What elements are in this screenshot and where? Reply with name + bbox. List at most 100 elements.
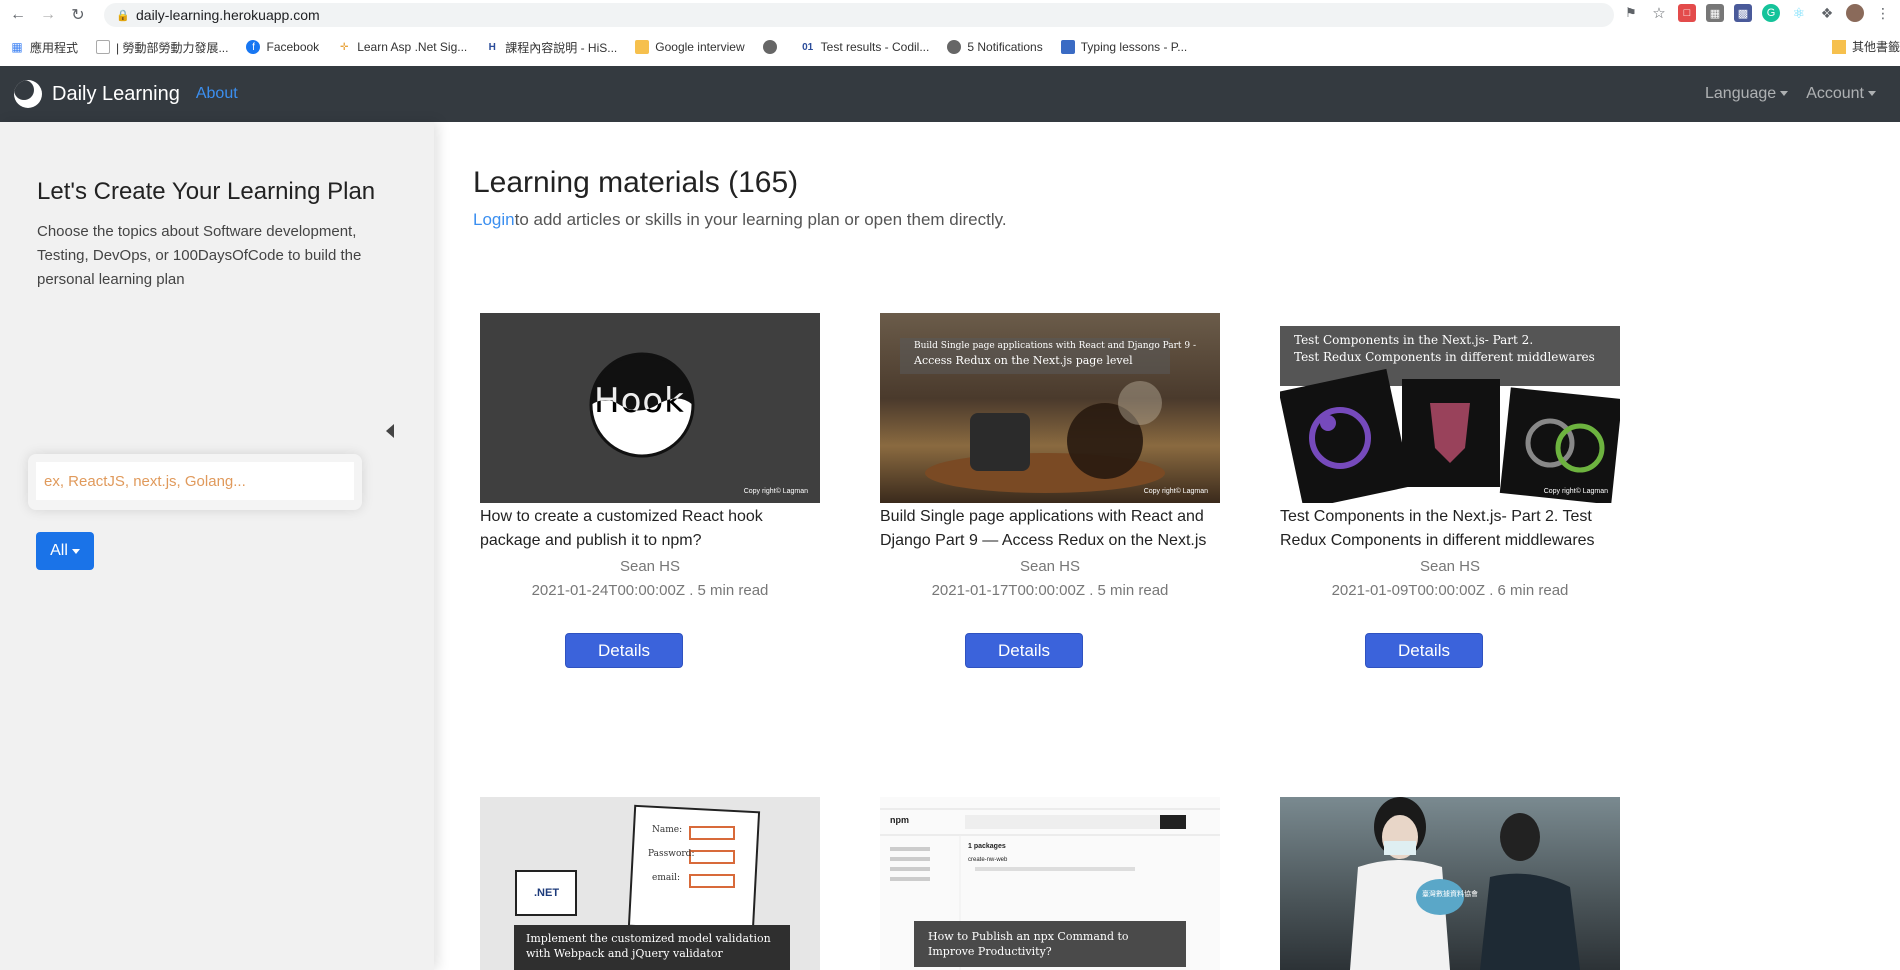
brand-name: Daily Learning xyxy=(52,82,180,105)
address-bar[interactable]: 🔒 daily-learning.herokuapp.com xyxy=(104,3,1614,27)
article-meta: 2021-01-24T00:00:00Z . 5 min read xyxy=(531,582,769,599)
article-thumbnail[interactable]: Build Single page applications with Reac… xyxy=(880,313,1220,503)
page-title: Learning materials (165) xyxy=(473,166,799,199)
react-devtools-icon[interactable]: ⚛ xyxy=(1790,4,1808,22)
bookmark-item[interactable]: | 勞動部勞動力發展... xyxy=(96,39,228,56)
article-title[interactable]: How to create a customized React hook pa… xyxy=(480,505,820,553)
article-thumbnail[interactable]: npm 1 packages create-nw-web How to Publ… xyxy=(880,797,1220,970)
npm-logo-text: npm xyxy=(890,815,909,825)
forward-icon[interactable]: → xyxy=(36,3,60,27)
image-overlay-caption: Access Redux on the Next.js page level xyxy=(914,354,1133,367)
bookmark-item[interactable]: f Facebook xyxy=(246,40,319,54)
form-label: Password: xyxy=(648,849,695,859)
translate-icon[interactable]: ⚑ xyxy=(1622,4,1640,22)
language-dropdown[interactable]: Language xyxy=(1705,85,1789,103)
grid-extension-icon[interactable]: ▩ xyxy=(1734,4,1752,22)
image-overlay-text: Test Components in the Next.js- Part 2. xyxy=(1294,333,1534,347)
image-overlay-caption: Test Redux Components in different middl… xyxy=(1294,350,1595,364)
article-card: Hook Copy right© Lagman How to create a … xyxy=(480,313,820,673)
image-overlay-text: Implement the customized model validatio… xyxy=(526,932,771,945)
extension-icon[interactable]: ▦ xyxy=(1706,4,1724,22)
pocket-icon[interactable]: □ xyxy=(1678,4,1696,22)
form-label: email: xyxy=(652,873,681,883)
image-overlay-caption: Improve Productivity? xyxy=(928,945,1052,958)
brand[interactable]: Daily Learning xyxy=(14,80,180,108)
image-overlay-text: How to Publish an npx Command to xyxy=(928,930,1129,943)
caret-down-icon xyxy=(1780,91,1789,97)
topic-search-input[interactable] xyxy=(36,462,354,500)
bookmarks-bar: ▦ 應用程式 | 勞動部勞動力發展... f Facebook ✛ Learn Asp… xyxy=(0,34,1900,60)
article-meta: 2021-01-17T00:00:00Z . 5 min read xyxy=(931,582,1169,599)
article-card: npm 1 packages create-nw-web How to Publ… xyxy=(880,797,1220,970)
image-copyright: Copy right© Lagman xyxy=(1143,488,1208,495)
article-author: Sean HS xyxy=(1019,558,1081,575)
url-text: daily-learning.herokuapp.com xyxy=(136,7,320,23)
star-icon[interactable]: ☆ xyxy=(1650,4,1668,22)
image-copyright: Copy right© Lagman xyxy=(1543,488,1608,495)
avatar[interactable] xyxy=(1846,4,1864,22)
bookmark-item[interactable] xyxy=(762,40,783,54)
image-overlay-caption: with Webpack and jQuery validator xyxy=(526,947,723,960)
article-card: Name: Password: email: .NET Implement th… xyxy=(480,797,820,970)
facebook-icon: f xyxy=(246,40,261,54)
folder-icon xyxy=(1831,39,1846,54)
reload-icon[interactable]: ↻ xyxy=(66,3,90,27)
bookmark-item[interactable]: ✛ Learn Asp .Net Sig... xyxy=(337,40,467,54)
sign-text: 臺灣數據資料協會 xyxy=(1422,891,1478,898)
caret-down-icon xyxy=(71,548,80,554)
article-thumbnail[interactable]: 臺灣數據資料協會 xyxy=(1280,797,1620,970)
article-title[interactable]: Test Components in the Next.js- Part 2. … xyxy=(1280,505,1620,553)
menu-icon[interactable]: ⋮ xyxy=(1874,4,1892,22)
codility-icon: 01 xyxy=(802,41,814,53)
login-link[interactable]: Login xyxy=(473,210,515,229)
extensions-area: ⚑ ☆ □ ▦ ▩ G ⚛ ❖ ⋮ xyxy=(1622,4,1892,22)
bookmark-item[interactable]: Google interview xyxy=(635,40,745,54)
globe-icon xyxy=(762,40,777,54)
hook-image-text: Hook xyxy=(594,381,685,421)
bookmark-apps[interactable]: ▦ 應用程式 xyxy=(10,39,78,56)
sidebar-description: Choose the topics about Software develop… xyxy=(37,223,362,288)
bookmark-item[interactable]: Typing lessons - P... xyxy=(1060,40,1187,54)
app-navbar: Daily Learning About Language Account xyxy=(0,66,1900,122)
category-filter-dropdown[interactable]: All xyxy=(36,532,94,570)
bookmark-icon: ✛ xyxy=(339,41,349,53)
bookmark-item[interactable]: 5 Notifications xyxy=(947,40,1043,54)
grammarly-icon[interactable]: G xyxy=(1762,4,1780,22)
page-subtitle: Loginto add articles or skills in your l… xyxy=(473,210,1007,229)
article-thumbnail[interactable]: Name: Password: email: .NET Implement th… xyxy=(480,797,820,970)
form-label: Name: xyxy=(652,825,683,835)
article-card: 臺灣數據資料協會 xyxy=(1280,797,1620,970)
bookmark-other[interactable]: 其他書籤 xyxy=(1831,38,1900,55)
bookmark-item[interactable]: 01 Test results - Codil... xyxy=(801,40,929,54)
back-icon[interactable]: ← xyxy=(6,3,30,27)
search-container xyxy=(28,454,362,510)
brand-logo-icon xyxy=(14,80,42,108)
lock-icon: 🔒 xyxy=(116,10,130,22)
dotnet-logo-text: .NET xyxy=(534,887,560,899)
typing-icon xyxy=(1060,40,1075,54)
bookmark-item[interactable]: H 課程內容說明 - HiS... xyxy=(485,39,618,56)
article-thumbnail[interactable]: Test Components in the Next.js- Part 2. … xyxy=(1280,313,1620,503)
page-icon xyxy=(96,40,111,54)
details-button[interactable]: Details xyxy=(965,633,1083,668)
conference-photo-illustration xyxy=(1350,797,1580,970)
apps-grid-icon: ▦ xyxy=(11,40,23,54)
article-thumbnail[interactable]: Hook Copy right© Lagman xyxy=(480,313,820,503)
puzzle-icon[interactable]: ❖ xyxy=(1818,4,1836,22)
nav-about-link[interactable]: About xyxy=(196,85,238,103)
image-overlay-text: Build Single page applications with Reac… xyxy=(914,341,1197,351)
article-card: Build Single page applications with Reac… xyxy=(880,313,1220,673)
collapse-sidebar-icon[interactable] xyxy=(386,424,394,438)
article-title[interactable]: Build Single page applications with Reac… xyxy=(880,505,1220,553)
details-button[interactable]: Details xyxy=(1365,633,1483,668)
account-dropdown[interactable]: Account xyxy=(1806,85,1876,103)
h-icon: H xyxy=(488,41,496,53)
article-author: Sean HS xyxy=(1419,558,1481,575)
details-button[interactable]: Details xyxy=(565,633,683,668)
article-author: Sean HS xyxy=(619,558,681,575)
npm-heading-text: 1 packages xyxy=(968,843,1006,850)
article-card: Test Components in the Next.js- Part 2. … xyxy=(1280,313,1620,673)
image-copyright: Copy right© Lagman xyxy=(743,488,808,495)
folder-icon xyxy=(635,40,650,54)
nav-right: Language Account xyxy=(1705,66,1876,122)
